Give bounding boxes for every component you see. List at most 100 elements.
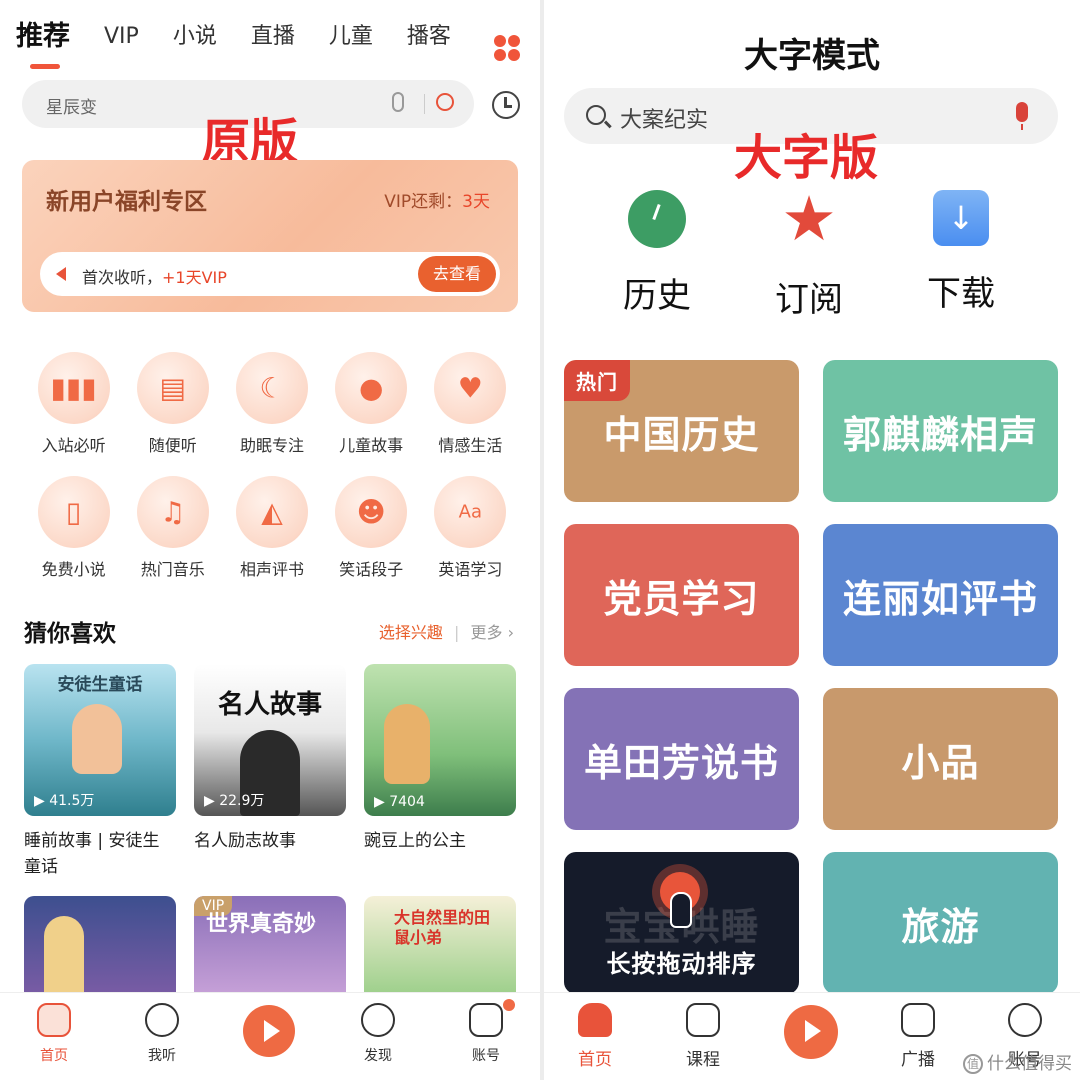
album-cover[interactable]: VIP 世界真奇妙: [194, 896, 346, 996]
category-item[interactable]: ☻ 笑话段子: [322, 476, 421, 580]
nav-home[interactable]: 首页: [560, 1003, 630, 1070]
notification-dot: [503, 999, 515, 1011]
tab-podcast[interactable]: 播客: [407, 22, 451, 52]
nav-label: 发现: [364, 1048, 392, 1064]
cover-title: 世界真奇妙: [206, 912, 317, 937]
mic-icon[interactable]: [392, 92, 404, 112]
nav-course[interactable]: 课程: [668, 1003, 738, 1070]
album-cover[interactable]: [24, 896, 176, 996]
nav-home[interactable]: 首页: [19, 1003, 89, 1065]
bar-chart-icon: ▮▮▮: [50, 371, 97, 405]
tile-lian-liru-storytelling[interactable]: 连丽如评书: [823, 524, 1058, 666]
subscribe-shortcut[interactable]: ★ 订阅: [744, 188, 874, 321]
watermark-logo-icon: 值: [963, 1054, 983, 1074]
nav-radio[interactable]: 广播: [883, 1003, 953, 1070]
moon-icon: ☾: [259, 371, 285, 405]
large-font-version-label: 大字版: [734, 130, 879, 186]
tile-chinese-history[interactable]: 热门 中国历史: [564, 360, 799, 502]
recommend-cards: 安徒生童话 ▶ 41.5万 睡前故事 | 安徒生童话 名人故事 ▶ 22.9万 …: [24, 664, 520, 880]
tile-shan-tianfang-storytelling[interactable]: 单田芳说书: [564, 688, 799, 830]
category-grid-icon[interactable]: [494, 35, 520, 61]
fan-icon: ◭: [261, 495, 283, 529]
search-icon[interactable]: [436, 93, 454, 111]
tile-label: 郭麒麟相声: [842, 412, 1038, 457]
clock-icon: [628, 190, 686, 248]
album-title: 豌豆上的公主: [364, 831, 466, 851]
album-title: 名人励志故事: [194, 831, 296, 851]
cover-title: 大自然里的田鼠小弟: [394, 908, 491, 947]
play-count: ▶ 22.9万: [204, 793, 265, 809]
tab-live[interactable]: 直播: [251, 22, 295, 52]
category-item[interactable]: ♥ 情感生活: [421, 352, 520, 456]
play-button[interactable]: [243, 1005, 295, 1057]
album-card[interactable]: ▶ 7404 豌豆上的公主: [364, 664, 516, 880]
more-link[interactable]: 更多 ›: [471, 623, 515, 642]
category-item[interactable]: Aa 英语学习: [421, 476, 520, 580]
tile-travel[interactable]: 旅游: [823, 852, 1058, 994]
category-label: 免费小说: [41, 560, 106, 579]
view-button[interactable]: 去查看: [418, 256, 496, 292]
home-icon: [37, 1003, 71, 1037]
tab-novel[interactable]: 小说: [173, 22, 217, 52]
tab-kids[interactable]: 儿童: [329, 22, 373, 52]
category-item[interactable]: ▮▮▮ 入站必听: [24, 352, 123, 456]
album-title: 睡前故事 | 安徒生童话: [24, 831, 160, 877]
download-shortcut[interactable]: ↓ 下载: [896, 190, 1026, 315]
hand-pointer-icon: [670, 892, 692, 928]
mermaid-illustration: [72, 704, 122, 774]
category-item[interactable]: ♫ 热门音乐: [123, 476, 222, 580]
album-cover[interactable]: 大自然里的田鼠小弟: [364, 896, 516, 996]
compass-icon: [361, 1003, 395, 1037]
tile-label: 中国历史: [603, 412, 760, 457]
nav-label: 我听: [148, 1048, 176, 1064]
play-button[interactable]: [784, 1005, 838, 1059]
radio-icon: [901, 1003, 935, 1037]
album-card[interactable]: 安徒生童话 ▶ 41.5万 睡前故事 | 安徒生童话: [24, 664, 176, 880]
home-icon: [578, 1003, 612, 1037]
vip-remaining: VIP还剩：3天: [384, 192, 490, 212]
download-icon: ↓: [933, 190, 989, 246]
category-item[interactable]: ● 儿童故事: [322, 352, 421, 456]
category-item[interactable]: ▤ 随便听: [123, 352, 222, 456]
drag-hint: 长按拖动排序: [606, 950, 757, 978]
history-clock-icon[interactable]: [492, 91, 520, 119]
album-cover: ▶ 7404: [364, 664, 516, 816]
tab-vip[interactable]: VIP: [104, 22, 139, 52]
tile-guo-qilin-crosstalk[interactable]: 郭麒麟相声: [823, 360, 1058, 502]
promo-title: 新用户福利专区: [46, 189, 207, 215]
new-user-promo-card[interactable]: 新用户福利专区 VIP还剩：3天 首次收听，+1天VIP 去查看: [22, 160, 518, 312]
divider: [424, 94, 425, 114]
history-shortcut[interactable]: 历史: [592, 190, 722, 317]
mic-icon[interactable]: [1016, 102, 1028, 130]
nav-label: 首页: [578, 1050, 612, 1070]
nav-label: 账号: [472, 1048, 500, 1064]
tile-baby-sleep[interactable]: 宝宝哄睡 长按拖动排序: [564, 852, 799, 994]
search-placeholder: 大案纪实: [620, 108, 709, 133]
radio-icon: ▤: [159, 371, 187, 405]
category-label: 相声评书: [239, 560, 304, 579]
tile-label: 连丽如评书: [842, 576, 1038, 621]
category-label: 儿童故事: [339, 436, 404, 455]
tile-party-study[interactable]: 党员学习: [564, 524, 799, 666]
guess-links: 选择兴趣 | 更多 ›: [379, 619, 514, 643]
category-item[interactable]: ▯ 免费小说: [24, 476, 123, 580]
category-label: 热门音乐: [140, 560, 205, 579]
category-label: 笑话段子: [339, 560, 404, 579]
category-item[interactable]: ◭ 相声评书: [222, 476, 321, 580]
choose-interests-link[interactable]: 选择兴趣: [379, 623, 443, 642]
nav-discover[interactable]: 发现: [343, 1003, 413, 1065]
search-icon: [586, 105, 606, 125]
tile-comedy-sketch[interactable]: 小品: [823, 688, 1058, 830]
nav-account[interactable]: 账号: [451, 999, 521, 1065]
album-card[interactable]: 名人故事 ▶ 22.9万 名人励志故事: [194, 664, 346, 880]
tab-recommend[interactable]: 推荐: [16, 22, 70, 69]
promo-bar[interactable]: 首次收听，+1天VIP 去查看: [40, 252, 500, 296]
quick-label: 历史: [623, 276, 691, 316]
heart-icon: ♥: [457, 371, 483, 405]
nav-my-listen[interactable]: 我听: [127, 1003, 197, 1065]
star-play-icon: [145, 1003, 179, 1037]
nav-label: 广播: [901, 1050, 935, 1070]
cover-title: 名人故事: [217, 690, 322, 720]
large-font-app-panel: 大字模式 大案纪实 大字版 历史 ★ 订阅 ↓ 下载 热门 中国历史 郭麒麟相声…: [544, 0, 1080, 1080]
category-item[interactable]: ☾ 助眠专注: [222, 352, 321, 456]
